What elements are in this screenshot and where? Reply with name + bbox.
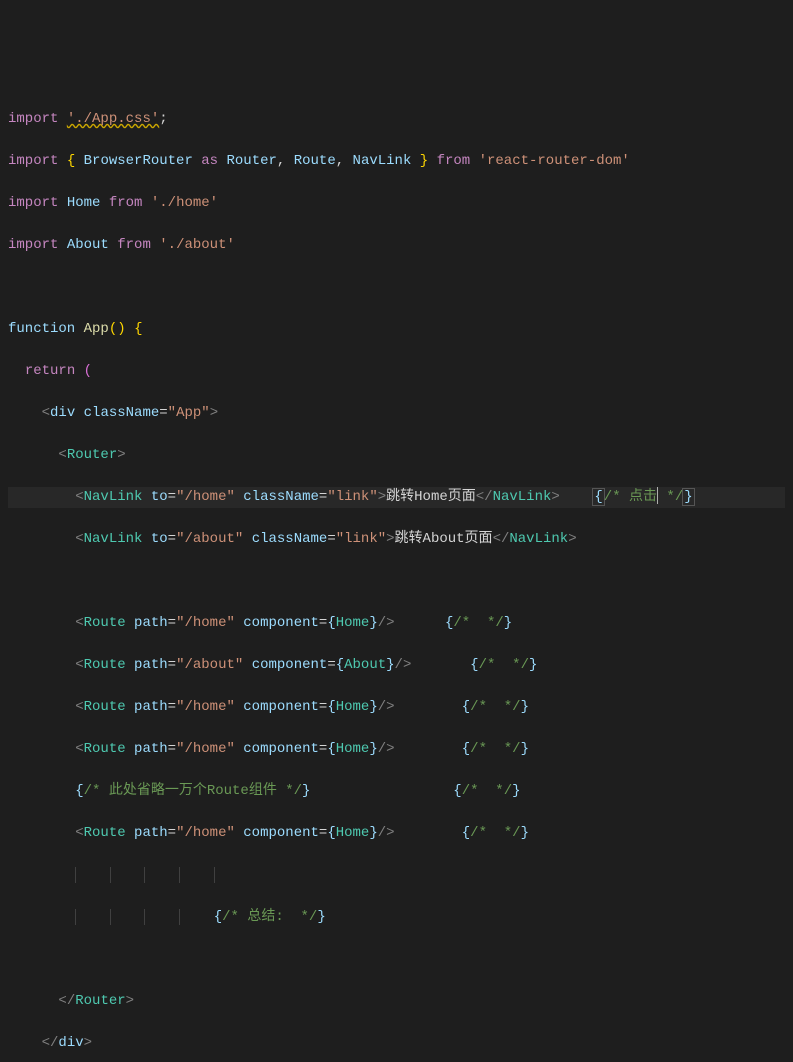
- line-17[interactable]: {/* 此处省略一万个Route组件 */} {/* */}: [8, 781, 785, 802]
- line-7[interactable]: return (: [8, 361, 785, 382]
- line-11[interactable]: <NavLink to="/about" className="link">跳转…: [8, 529, 785, 550]
- line-3[interactable]: import Home from './home': [8, 193, 785, 214]
- line-18[interactable]: <Route path="/home" component={Home}/> {…: [8, 823, 785, 844]
- line-13[interactable]: <Route path="/home" component={Home}/> {…: [8, 613, 785, 634]
- line-19[interactable]: [8, 865, 785, 886]
- line-5[interactable]: [8, 277, 785, 298]
- line-10-active[interactable]: <NavLink to="/home" className="link">跳转H…: [8, 487, 785, 508]
- code-editor[interactable]: import './App.css'; import { BrowserRout…: [8, 88, 785, 1062]
- line-23[interactable]: </div>: [8, 1033, 785, 1054]
- line-16[interactable]: <Route path="/home" component={Home}/> {…: [8, 739, 785, 760]
- line-22[interactable]: </Router>: [8, 991, 785, 1012]
- line-4[interactable]: import About from './about': [8, 235, 785, 256]
- line-9[interactable]: <Router>: [8, 445, 785, 466]
- line-21[interactable]: [8, 949, 785, 970]
- line-14[interactable]: <Route path="/about" component={About}/>…: [8, 655, 785, 676]
- line-1[interactable]: import './App.css';: [8, 109, 785, 130]
- indent-guide: [75, 867, 84, 883]
- line-8[interactable]: <div className="App">: [8, 403, 785, 424]
- line-15[interactable]: <Route path="/home" component={Home}/> {…: [8, 697, 785, 718]
- line-20[interactable]: {/* 总结: */}: [8, 907, 785, 928]
- line-6[interactable]: function App() {: [8, 319, 785, 340]
- line-12[interactable]: [8, 571, 785, 592]
- line-2[interactable]: import { BrowserRouter as Router, Route,…: [8, 151, 785, 172]
- text-cursor: [657, 487, 658, 504]
